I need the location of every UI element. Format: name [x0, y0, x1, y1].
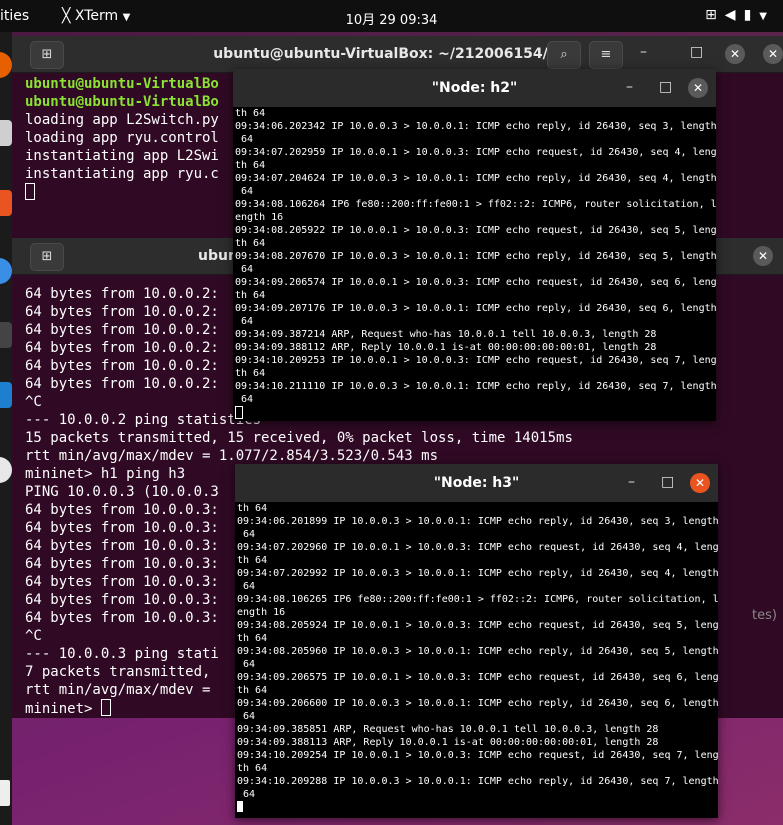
xterm-line: 09:34:08.106264 IP6 fe80::200:ff:fe00:1 … — [235, 199, 716, 210]
xterm-line: 09:34:06.201899 IP 10.0.0.3 > 10.0.0.1: … — [237, 516, 718, 527]
xterm-h2-title: "Node: h2" — [431, 80, 518, 96]
close-button-2[interactable]: ✕ — [763, 44, 783, 64]
new-tab-button[interactable]: ⊞ — [30, 243, 64, 271]
xterm-h3-output[interactable]: th 64 09:34:06.201899 IP 10.0.0.3 > 10.0.… — [235, 502, 718, 814]
xterm-line: 64 — [235, 264, 254, 275]
xterm-line: th 64 — [235, 368, 266, 379]
top-bar: ities ╳ XTerm ▼ 10月 29 09:34 ⊞◀▮▼ — [0, 0, 783, 32]
xterm-line: th 64 — [235, 238, 266, 249]
menu-button[interactable]: ≡ — [589, 41, 623, 69]
xterm-line: 64 — [235, 186, 254, 197]
xterm-line: 09:34:06.202342 IP 10.0.0.3 > 10.0.0.1: … — [235, 121, 716, 132]
system-tray[interactable]: ⊞◀▮▼ — [705, 7, 775, 23]
xterm-line: th 64 — [237, 763, 268, 774]
xterm-line: 64 — [237, 711, 256, 722]
terminal-line: 15 packets transmitted, 15 received, 0% … — [25, 430, 573, 446]
xterm-line: 64 — [237, 659, 256, 670]
xterm-line: 09:34:07.202959 IP 10.0.0.1 > 10.0.0.3: … — [235, 147, 716, 158]
terminal-prompt: mininet> — [25, 701, 101, 717]
terminal-cursor — [100, 699, 111, 716]
xterm-line: th 64 — [237, 555, 268, 566]
xterm-line: th 64 — [237, 685, 268, 696]
search-icon: ⌕ — [560, 47, 568, 62]
xterm-line: ength 16 — [237, 607, 286, 618]
files-icon[interactable] — [0, 120, 12, 146]
xterm-line: th 64 — [235, 160, 266, 171]
xterm-h2-titlebar[interactable]: "Node: h2" – □ ✕ — [233, 69, 716, 107]
terminal-headerbar[interactable]: ⊞ ubuntu@ubuntu-VirtualBox: ~/212006154/… — [12, 36, 783, 73]
partial-text: tes) — [752, 608, 777, 623]
disc-icon[interactable] — [0, 457, 12, 483]
xterm-line: 09:34:10.209254 IP 10.0.0.1 > 10.0.0.3: … — [237, 750, 718, 761]
xterm-line: th 64 — [235, 290, 266, 301]
xterm-line: th 64 — [237, 633, 268, 644]
xterm-line: 64 — [237, 581, 256, 592]
xterm-line: 09:34:09.388113 ARP, Reply 10.0.0.1 is-a… — [237, 737, 659, 748]
xterm-line: 64 — [235, 134, 254, 145]
xterm-line: 09:34:09.387214 ARP, Request who-has 10.… — [235, 329, 657, 340]
hamburger-icon: ≡ — [600, 47, 612, 62]
xterm-line: 09:34:10.209288 IP 10.0.0.3 > 10.0.0.1: … — [237, 776, 718, 787]
xterm-line: th 64 — [235, 108, 266, 119]
show-apps-icon[interactable] — [0, 780, 10, 806]
maximize-button[interactable]: □ — [659, 79, 672, 95]
terminal-title: ubuntu@ubuntu-VirtualBox: ~/212006154/la… — [213, 46, 582, 62]
firefox-icon[interactable] — [0, 52, 12, 78]
xterm-line: 09:34:08.205922 IP 10.0.0.1 > 10.0.0.3: … — [235, 225, 716, 236]
close-button[interactable]: ✕ — [753, 246, 773, 266]
xterm-line: 09:34:08.205924 IP 10.0.0.1 > 10.0.0.3: … — [237, 620, 718, 631]
xterm-line: 64 — [237, 789, 256, 800]
vscode-icon[interactable] — [0, 382, 12, 408]
xterm-line: 09:34:09.385851 ARP, Request who-has 10.… — [237, 724, 659, 735]
close-button[interactable]: ✕ — [690, 473, 710, 493]
xterm-line: 09:34:09.206575 IP 10.0.0.1 > 10.0.0.3: … — [237, 672, 718, 683]
xterm-h3-titlebar[interactable]: "Node: h3" – □ ✕ — [235, 464, 718, 502]
xterm-line: 09:34:10.209253 IP 10.0.0.1 > 10.0.0.3: … — [235, 355, 716, 366]
maximize-button[interactable]: □ — [661, 474, 674, 490]
chevron-down-icon: ▼ — [759, 11, 775, 22]
volume-icon: ◀ — [724, 7, 744, 23]
xterm-line: 09:34:10.211110 IP 10.0.0.3 > 10.0.0.1: … — [235, 381, 716, 392]
xterm-line: 09:34:08.205960 IP 10.0.0.3 > 10.0.0.1: … — [237, 646, 718, 657]
xterm-node-h2[interactable]: "Node: h2" – □ ✕ th 64 09:34:06.202342 IP… — [233, 69, 716, 421]
minimize-button[interactable]: – — [640, 44, 647, 60]
close-button[interactable]: ✕ — [725, 44, 745, 64]
xterm-h2-output[interactable]: th 64 09:34:06.202342 IP 10.0.0.3 > 10.0.… — [233, 107, 716, 421]
xterm-line: 09:34:08.106265 IP6 fe80::200:ff:fe00:1 … — [237, 594, 718, 605]
xterm-line: 09:34:09.206574 IP 10.0.0.1 > 10.0.0.3: … — [235, 277, 716, 288]
xterm-line: 09:34:09.207176 IP 10.0.0.3 > 10.0.0.1: … — [235, 303, 716, 314]
terminal-cursor — [25, 183, 35, 200]
help-icon[interactable] — [0, 258, 12, 284]
clock[interactable]: 10月 29 09:34 — [0, 9, 783, 28]
xterm-line: ength 16 — [235, 212, 284, 223]
xterm-line: 09:34:09.388112 ARP, Reply 10.0.0.1 is-a… — [235, 342, 657, 353]
xterm-line: 09:34:08.207670 IP 10.0.0.3 > 10.0.0.1: … — [235, 251, 716, 262]
minimize-button[interactable]: – — [626, 79, 633, 95]
minimize-button[interactable]: – — [628, 474, 635, 490]
terminal-icon[interactable] — [0, 322, 12, 348]
xterm-line: 64 — [237, 529, 256, 540]
xterm-cursor — [235, 406, 243, 419]
search-button[interactable]: ⌕ — [547, 41, 581, 69]
battery-icon: ▮ — [743, 7, 760, 23]
xterm-line: 64 — [235, 394, 254, 405]
maximize-button[interactable]: □ — [690, 44, 703, 60]
xterm-line: 09:34:09.206600 IP 10.0.0.3 > 10.0.0.1: … — [237, 698, 718, 709]
xterm-line: 09:34:07.202992 IP 10.0.0.3 > 10.0.0.1: … — [237, 568, 718, 579]
xterm-line: th 64 — [237, 503, 268, 514]
xterm-line: 09:34:07.204624 IP 10.0.0.3 > 10.0.0.1: … — [235, 173, 716, 184]
terminal-line: rtt min/avg/max/mdev = 1.077/2.854/3.523… — [25, 448, 439, 464]
xterm-cursor — [237, 801, 243, 812]
close-button[interactable]: ✕ — [688, 78, 708, 98]
terminal-title-2: ubun — [198, 248, 238, 264]
xterm-line: 09:34:07.202960 IP 10.0.0.1 > 10.0.0.3: … — [237, 542, 718, 553]
xterm-line: 64 — [235, 316, 254, 327]
software-icon[interactable] — [0, 190, 12, 216]
dock — [0, 32, 12, 825]
xterm-node-h3[interactable]: "Node: h3" – □ ✕ th 64 09:34:06.201899 IP… — [235, 464, 718, 818]
xterm-h3-title: "Node: h3" — [433, 475, 520, 491]
network-icon: ⊞ — [705, 7, 725, 23]
